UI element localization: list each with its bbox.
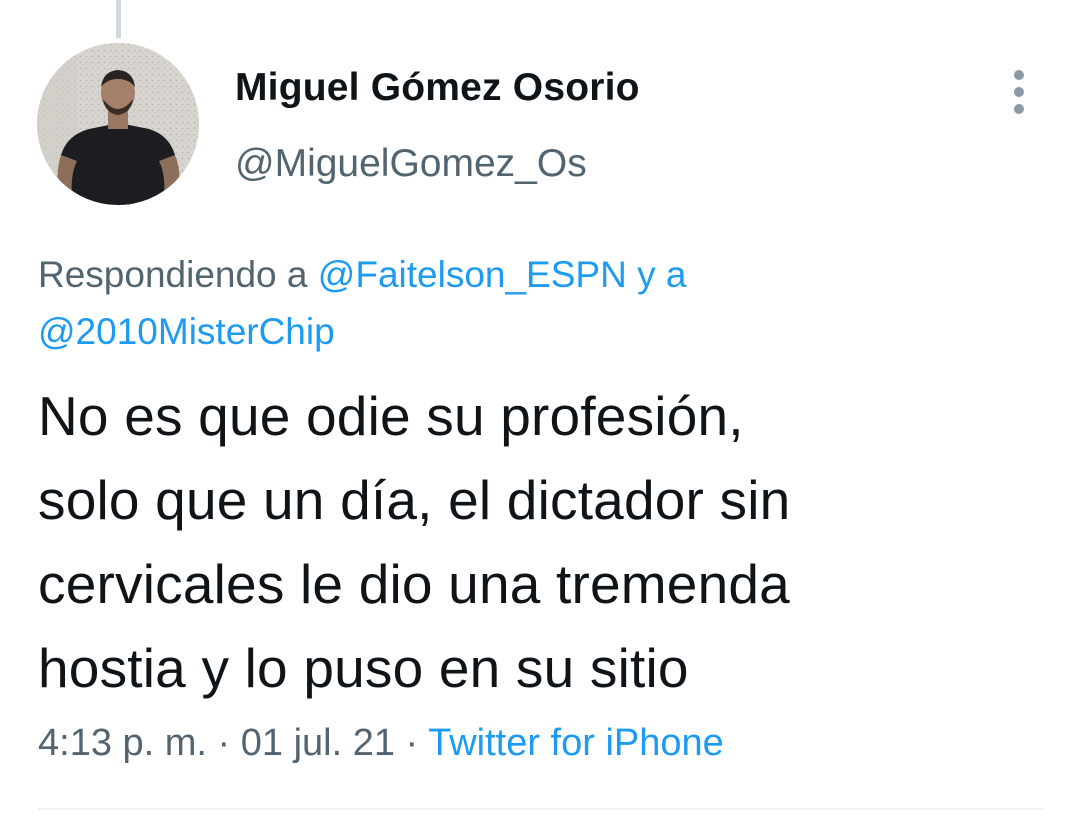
more-vertical-icon — [1014, 70, 1024, 80]
meta-separator: · — [206, 722, 241, 764]
author-display-name[interactable]: Miguel Gómez Osorio — [235, 66, 640, 110]
mention-link-misterchip[interactable]: @2010MisterChip — [38, 311, 335, 352]
tweet-text-line: cervicales le dio una tremenda — [38, 553, 790, 615]
divider — [38, 808, 1044, 810]
reply-context: Respondiendo a @Faitelson_ESPN y a @2010… — [38, 246, 1038, 360]
meta-separator: · — [395, 722, 429, 764]
tweet-text-line: hostia y lo puso en su sitio — [38, 637, 689, 699]
reply-connector[interactable]: y a — [627, 254, 686, 295]
tweet-text-line: No es que odie su profesión, — [38, 385, 744, 447]
tweet-time[interactable]: 4:13 p. m. — [38, 722, 207, 764]
profile-photo — [37, 43, 199, 205]
mention-link-faitelson[interactable]: @Faitelson_ESPN — [318, 254, 627, 295]
thread-connector-line — [116, 0, 121, 38]
tweet-source-link[interactable]: Twitter for iPhone — [428, 722, 724, 764]
more-vertical-icon-dot — [1014, 104, 1024, 114]
author-handle[interactable]: @MiguelGomez_Os — [235, 142, 587, 186]
more-vertical-icon-dot — [1014, 87, 1024, 97]
more-options-button[interactable] — [1000, 66, 1040, 118]
reply-prefix: Respondiendo a — [38, 254, 318, 295]
tweet-date[interactable]: 01 jul. 21 — [241, 722, 395, 764]
tweet-metadata: 4:13 p. m. · 01 jul. 21 · Twitter for iP… — [38, 722, 724, 765]
avatar[interactable] — [37, 43, 199, 205]
tweet-text: No es que odie su profesión, solo que un… — [38, 374, 1048, 710]
tweet-text-line: solo que un día, el dictador sin — [38, 469, 791, 531]
